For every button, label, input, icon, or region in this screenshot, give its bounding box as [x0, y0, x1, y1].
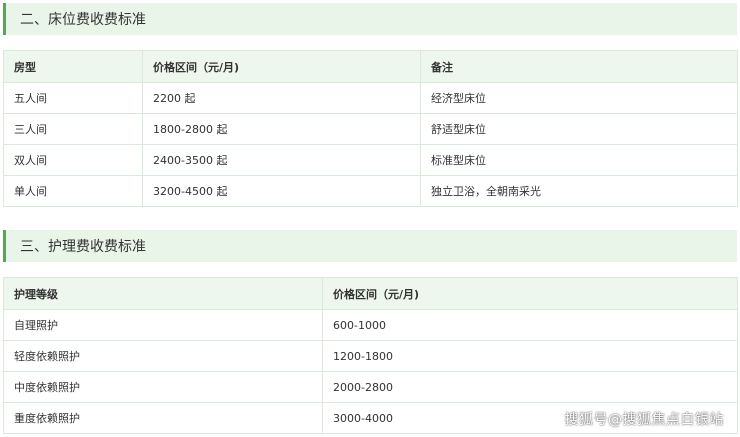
table-cell: 600-1000 — [322, 309, 738, 341]
table-row: 中度依赖照护 2000-2800 — [3, 371, 738, 403]
table-cell: 1800-2800 起 — [142, 113, 421, 145]
watermark: 搜狐号@搜狐焦点白银站 — [564, 412, 724, 428]
table-row: 单人间 3200-4500 起 独立卫浴，全朝南采光 — [3, 175, 738, 207]
section-title: 三、护理费收费标准 — [20, 239, 146, 255]
column-header: 备注 — [420, 50, 738, 83]
table-cell: 独立卫浴，全朝南采光 — [420, 175, 738, 207]
table-header-row: 房型 价格区间（元/月) 备注 — [3, 50, 738, 83]
table-cell: 自理照护 — [3, 309, 323, 341]
section-header-care-fees: 三、护理费收费标准 — [3, 230, 737, 262]
table-row: 轻度依赖照护 1200-1800 — [3, 340, 738, 372]
section-header-bed-fees: 二、床位费收费标准 — [3, 3, 737, 35]
column-header: 护理等级 — [3, 277, 323, 310]
table-cell: 2400-3500 起 — [142, 144, 421, 176]
table-cell: 2000-2800 — [322, 371, 738, 403]
table-cell: 重度依赖照护 — [3, 402, 323, 434]
table-row: 五人间 2200 起 经济型床位 — [3, 82, 738, 114]
table-header-row: 护理等级 价格区间（元/月) — [3, 277, 738, 310]
table-cell: 舒适型床位 — [420, 113, 738, 145]
table-row: 双人间 2400-3500 起 标准型床位 — [3, 144, 738, 176]
table-cell: 1200-1800 — [322, 340, 738, 372]
column-header: 价格区间（元/月) — [142, 50, 421, 83]
section-title: 二、床位费收费标准 — [20, 12, 146, 28]
table-cell: 轻度依赖照护 — [3, 340, 323, 372]
column-header: 房型 — [3, 50, 143, 83]
table-cell: 经济型床位 — [420, 82, 738, 114]
table-cell: 中度依赖照护 — [3, 371, 323, 403]
table-row: 三人间 1800-2800 起 舒适型床位 — [3, 113, 738, 145]
table-cell: 3200-4500 起 — [142, 175, 421, 207]
column-header: 价格区间（元/月) — [322, 277, 738, 310]
table-cell: 五人间 — [3, 82, 143, 114]
table-cell: 三人间 — [3, 113, 143, 145]
table-cell: 双人间 — [3, 144, 143, 176]
table-cell: 2200 起 — [142, 82, 421, 114]
table-cell: 单人间 — [3, 175, 143, 207]
bed-fee-table: 房型 价格区间（元/月) 备注 五人间 2200 起 经济型床位 三人间 180… — [3, 50, 738, 207]
table-cell: 标准型床位 — [420, 144, 738, 176]
table-row: 自理照护 600-1000 — [3, 309, 738, 341]
